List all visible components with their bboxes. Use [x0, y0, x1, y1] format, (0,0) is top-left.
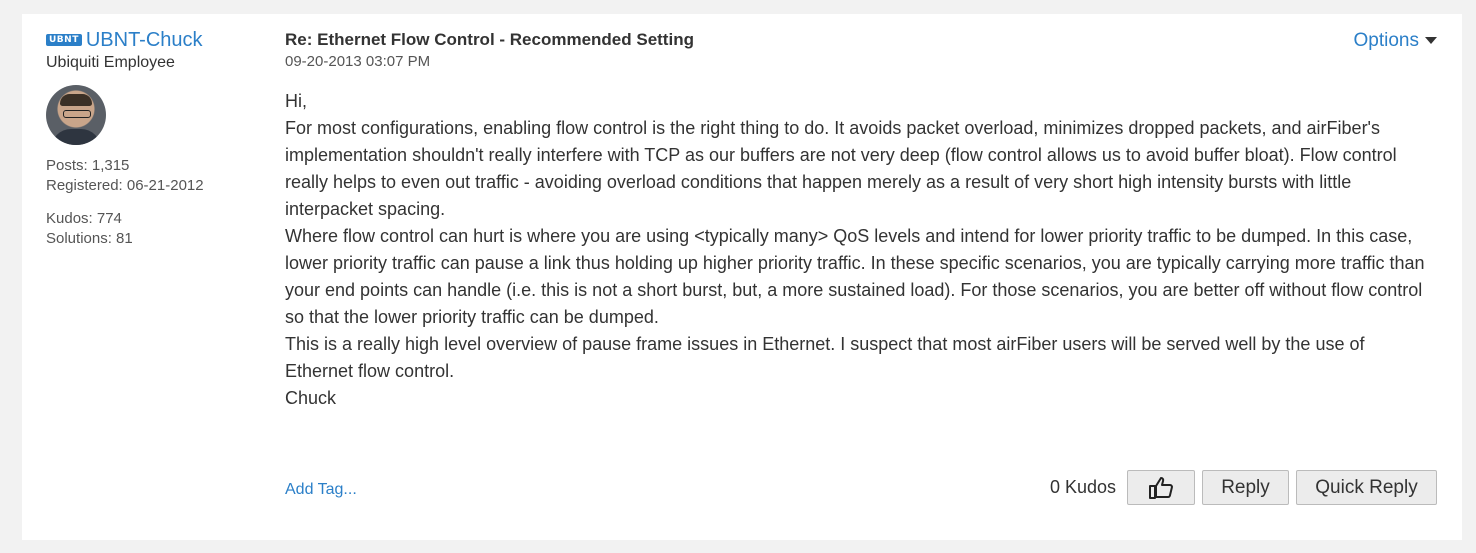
quick-reply-button[interactable]: Quick Reply — [1296, 470, 1437, 505]
give-kudos-button[interactable] — [1127, 470, 1195, 505]
author-row: UBNT UBNT-Chuck — [46, 28, 266, 52]
ubnt-badge-icon: UBNT — [46, 34, 82, 46]
kudos-counter: 0 Kudos — [1049, 477, 1116, 497]
thumbs-up-icon — [1149, 476, 1173, 499]
options-menu-button[interactable]: Options — [1354, 28, 1437, 54]
post-paragraph: Where flow control can hurt is where you… — [285, 226, 1425, 327]
post-main: Re: Ethernet Flow Control - Recommended … — [285, 28, 1437, 412]
posts-count: Posts: 1,315 — [46, 157, 130, 174]
message-card: UBNT UBNT-Chuck Ubiquiti Employee Posts:… — [22, 14, 1462, 540]
post-body: Hi, For most configurations, enabling fl… — [285, 88, 1437, 412]
author-name-link[interactable]: UBNT-Chuck — [86, 29, 203, 52]
registered-date: Registered: 06-21-2012 — [46, 177, 204, 194]
post-date: 09-20-2013 03:07 PM — [285, 53, 431, 70]
author-stats: Posts: 1,315 Registered: 06-21-2012 Kudo… — [46, 156, 266, 249]
reply-button[interactable]: Reply — [1202, 470, 1289, 505]
post-paragraph: Hi, — [285, 91, 307, 111]
solutions-count: Solutions: 81 — [46, 230, 133, 247]
author-rank: Ubiquiti Employee — [46, 54, 175, 71]
post-actions: 0 Kudos Reply Quick Reply — [1050, 470, 1437, 505]
post-paragraph: For most configurations, enabling flow c… — [285, 118, 1397, 219]
author-sidebar: UBNT UBNT-Chuck Ubiquiti Employee Posts:… — [46, 28, 266, 249]
options-label: Options — [1353, 30, 1419, 51]
post-paragraph: This is a really high level overview of … — [285, 334, 1365, 381]
post-paragraph: Chuck — [285, 388, 337, 408]
kudos-count: Kudos: 774 — [46, 210, 122, 227]
post-subject[interactable]: Re: Ethernet Flow Control - Recommended … — [285, 28, 1437, 52]
caret-down-icon — [1425, 37, 1437, 45]
avatar[interactable] — [46, 85, 106, 145]
add-tag-link[interactable]: Add Tag... — [285, 481, 357, 499]
